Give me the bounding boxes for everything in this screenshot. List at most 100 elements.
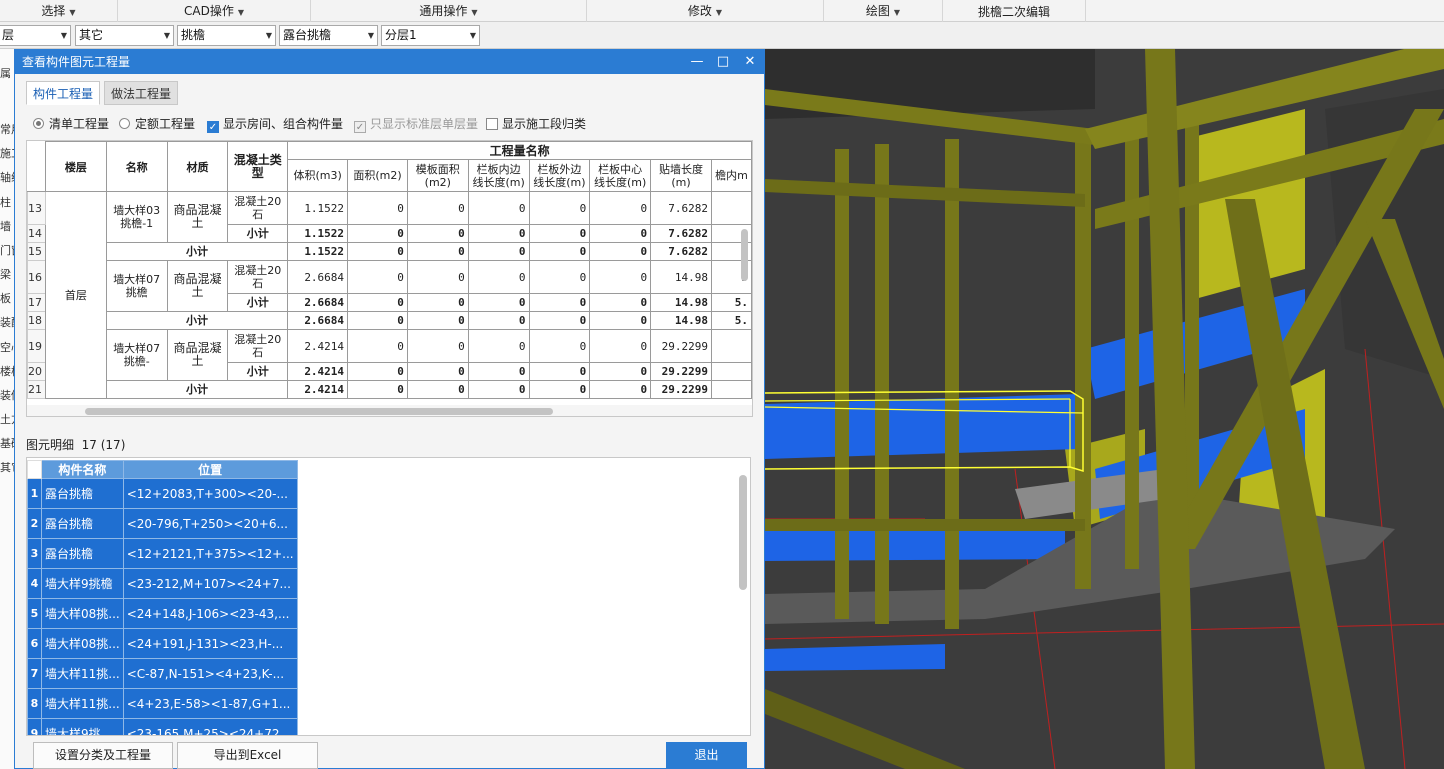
bill-qty-radio[interactable]: 清单工程量	[33, 116, 109, 132]
table-row[interactable]: 21 小计 2.4214 0 0 0 0 0 29.2299	[27, 380, 752, 399]
show-room-checkbox[interactable]: ✓ 显示房间、组合构件量	[207, 116, 343, 133]
list-item[interactable]: 7 墙大样11挑... <C-87,N-151><4+23,K-...	[27, 658, 298, 689]
col-center-line-header[interactable]: 栏板中心线长度(m)	[589, 159, 652, 192]
col-outer-edge-header[interactable]: 栏板外边线长度(m)	[528, 159, 591, 192]
component-combo[interactable]: 露台挑檐 ▼	[279, 25, 378, 46]
horizontal-scrollbar[interactable]	[85, 408, 553, 415]
quantity-table[interactable]: 楼层 名称 材质 混凝土类型 工程量名称 体积(m3) 面积(m2) 模板面积(…	[26, 140, 753, 417]
value-cell: 0	[347, 224, 408, 243]
col-volume-header[interactable]: 体积(m3)	[287, 159, 349, 192]
chevron-down-icon: ▼	[893, 8, 901, 17]
list-item[interactable]: 5 墙大样08挑... <24+148,J-106><23-43,...	[27, 598, 298, 629]
dialog-title-bar[interactable]: 查看构件图元工程量 — □ ✕	[15, 50, 764, 74]
vertical-scrollbar[interactable]	[741, 229, 748, 281]
value-cell	[711, 191, 752, 225]
value-cell	[711, 329, 752, 363]
name-cell: 墙大样07挑檐	[105, 260, 168, 312]
row-number-header	[27, 460, 42, 479]
position-cell: <12+2083,T+300><20-...	[122, 478, 298, 509]
show-section-checkbox[interactable]: 显示施工段归类	[486, 116, 586, 132]
dropdown-arrow-icon: ▼	[367, 31, 374, 40]
type-combo[interactable]: 挑檐 ▼	[177, 25, 276, 46]
col-floor-header[interactable]: 楼层	[45, 141, 107, 192]
horizontal-scrollbar-track	[27, 405, 752, 416]
col-area-header[interactable]: 面积(m2)	[347, 159, 408, 192]
value-cell: 5.	[711, 293, 752, 312]
component-name-cell: 墙大样08挑...	[41, 598, 124, 629]
3d-viewport[interactable]	[765, 49, 1444, 769]
settings-button[interactable]: 设置分类及工程量	[33, 742, 173, 769]
col-component-name-header[interactable]: 构件名称	[41, 460, 124, 479]
row-number: 14	[27, 224, 46, 243]
row-number: 4	[27, 568, 42, 599]
col-position-header[interactable]: 位置	[122, 460, 298, 479]
row-number: 5	[27, 598, 42, 629]
property-toolbar: 层 ▼ 其它 ▼ 挑檐 ▼ 露台挑檐 ▼ 分层1 ▼	[0, 22, 1444, 49]
value-cell: 0	[467, 191, 530, 225]
component-name-cell: 露台挑檐	[41, 508, 124, 539]
table-row[interactable]: 18 小计 2.6684 0 0 0 0 0 14.98 5.	[27, 311, 752, 330]
list-item[interactable]: 2 露台挑檐 <20-796,T+250><20+6...	[27, 508, 298, 539]
minimize-icon[interactable]: —	[684, 50, 710, 74]
list-item[interactable]: 1 露台挑檐 <12+2083,T+300><20-...	[27, 478, 298, 509]
menu-modify[interactable]: 修改 ▼	[587, 0, 824, 22]
menu-general-ops[interactable]: 通用操作 ▼	[311, 0, 587, 22]
list-item[interactable]: 6 墙大样08挑... <24+191,J-131><23,H-...	[27, 628, 298, 659]
menu-cad-ops[interactable]: CAD操作 ▼	[118, 0, 311, 22]
value-cell: 0	[347, 260, 408, 294]
col-formwork-header[interactable]: 模板面积(m2)	[406, 159, 469, 192]
floor-combo[interactable]: 层 ▼	[0, 25, 71, 46]
vertical-scrollbar[interactable]	[739, 475, 747, 590]
row-number: 13	[27, 191, 46, 225]
radio-icon	[119, 118, 130, 129]
col-eave-header[interactable]: 檐内m	[711, 159, 752, 192]
value-cell: 0	[467, 293, 530, 312]
list-item[interactable]: 3 露台挑檐 <12+2121,T+375><12+...	[27, 538, 298, 569]
menu-eave-edit[interactable]: 挑檐二次编辑	[943, 0, 1086, 22]
exit-button[interactable]: 退出	[666, 742, 747, 769]
value-cell: 29.2299	[650, 329, 713, 363]
value-cell: 0	[528, 191, 591, 225]
list-item[interactable]: 8 墙大样11挑... <4+23,E-58><1-87,G+1...	[27, 688, 298, 719]
table-row[interactable]: 19 墙大样07挑檐- 商品混凝土 混凝土20石 2.4214 0 0 0 0 0 29.2299	[27, 329, 752, 381]
detail-list[interactable]: 构件名称 位置 1 露台挑檐 <12+2083,T+300><20-... 2 露台挑檐…	[26, 457, 751, 736]
menu-select[interactable]: 选择 ▼	[0, 0, 118, 22]
close-icon[interactable]: ✕	[737, 50, 763, 74]
row-number: 16	[27, 260, 46, 294]
value-cell: 0	[528, 362, 591, 381]
row-number: 1	[27, 478, 42, 509]
layer-combo[interactable]: 分层1 ▼	[381, 25, 480, 46]
col-concrete-type-header[interactable]: 混凝土类型	[227, 141, 289, 192]
value-cell: 0	[347, 191, 408, 225]
list-item[interactable]: 9 墙大样9挑... <23-165,M+25><24+72...	[27, 718, 298, 735]
value-cell: 0	[528, 260, 591, 294]
col-material-header[interactable]: 材质	[166, 141, 229, 192]
value-cell: 0	[406, 224, 469, 243]
tab-component-quantity[interactable]: 构件工程量	[26, 81, 101, 105]
value-cell: 29.2299	[650, 380, 713, 399]
value-cell: 0	[347, 362, 408, 381]
export-excel-button[interactable]: 导出到Excel	[177, 742, 318, 769]
list-item[interactable]: 4 墙大样9挑檐 <23-212,M+107><24+7...	[27, 568, 298, 599]
tab-method-quantity[interactable]: 做法工程量	[104, 81, 179, 105]
value-cell: 7.6282	[650, 242, 713, 261]
row-number: 18	[27, 311, 46, 330]
table-row[interactable]: 13 首层 墙大样03挑檐-1 商品混凝土 混凝土20石 1.1522 0 0 0 0 0 7.628…	[27, 191, 752, 399]
maximize-icon[interactable]: □	[710, 50, 736, 74]
value-cell: 0	[589, 362, 652, 381]
quota-qty-radio[interactable]: 定额工程量	[119, 116, 195, 132]
table-row[interactable]: 16墙大样07挑檐商品混凝土混凝土20石2.66840000014.985	[27, 260, 752, 312]
table-row[interactable]: 15 小计 1.1522 0 0 0 0 0 7.6282	[27, 242, 752, 261]
col-inner-edge-header[interactable]: 栏板内边线长度(m)	[467, 159, 530, 192]
row-number: 15	[27, 242, 46, 261]
col-name-header[interactable]: 名称	[105, 141, 168, 192]
col-wall-length-header[interactable]: 贴墙长度(m)	[650, 159, 713, 192]
row-number: 20	[27, 362, 46, 381]
value-cell: 0	[528, 224, 591, 243]
component-name-cell: 墙大样11挑...	[41, 658, 124, 689]
menu-draw[interactable]: 绘图 ▼	[824, 0, 943, 22]
concrete-type-cell: 混凝土20石	[227, 260, 289, 294]
component-name-cell: 墙大样11挑...	[41, 688, 124, 719]
dropdown-arrow-icon: ▼	[265, 31, 272, 40]
category-combo[interactable]: 其它 ▼	[75, 25, 174, 46]
